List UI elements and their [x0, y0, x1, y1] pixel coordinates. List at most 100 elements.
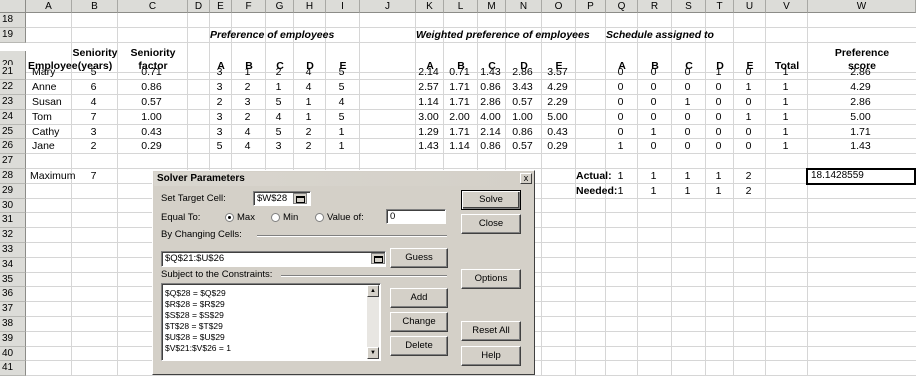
row-header[interactable]: 36 [0, 287, 26, 303]
preference-value[interactable]: 4 [294, 65, 323, 80]
preference-value[interactable]: 4 [266, 110, 291, 125]
schedule-value[interactable]: 0 [706, 110, 731, 125]
preference-value[interactable]: 3 [210, 125, 229, 140]
weighted-value[interactable]: 2.86 [478, 95, 503, 110]
preference-score-header[interactable]: Preference [808, 47, 916, 59]
preference-value[interactable]: 2 [294, 139, 323, 154]
seniority-years[interactable]: 6 [72, 80, 115, 95]
preference-score[interactable]: 2.86 [808, 95, 913, 110]
preference-value[interactable]: 5 [266, 125, 291, 140]
weighted-value[interactable]: 2.57 [416, 80, 441, 95]
total-value[interactable]: 1 [766, 139, 805, 154]
weighted-value[interactable]: 1.43 [478, 65, 503, 80]
preference-value[interactable]: 1 [232, 65, 263, 80]
schedule-value[interactable]: 1 [638, 125, 669, 140]
actual-value[interactable]: 2 [734, 169, 763, 184]
column-header[interactable]: D [188, 0, 210, 13]
column-header[interactable]: B [72, 0, 118, 13]
collapse-dialog-icon[interactable] [293, 193, 307, 204]
constraint-item[interactable]: $S$28 = $S$29 [165, 310, 224, 320]
schedule-value[interactable]: 0 [606, 110, 635, 125]
weighted-value[interactable]: 5.00 [542, 110, 573, 125]
schedule-value[interactable]: 0 [672, 110, 703, 125]
column-header[interactable]: N [506, 0, 542, 13]
preference-score[interactable]: 1.43 [808, 139, 913, 154]
weighted-value[interactable]: 2.14 [478, 125, 503, 140]
weighted-value[interactable]: 0.86 [478, 80, 503, 95]
row-header[interactable]: 41 [0, 361, 26, 376]
weighted-value[interactable]: 1.43 [416, 139, 441, 154]
close-button[interactable]: Close [461, 214, 521, 234]
preference-value[interactable]: 1 [326, 125, 357, 140]
weighted-value[interactable]: 1.14 [444, 139, 475, 154]
preference-value[interactable]: 5 [266, 95, 291, 110]
schedule-value[interactable]: 0 [606, 65, 635, 80]
min-radio[interactable] [271, 213, 280, 222]
total-value[interactable]: 1 [766, 80, 805, 95]
actual-value[interactable]: 1 [672, 169, 703, 184]
schedule-value[interactable]: 0 [638, 80, 669, 95]
weighted-value[interactable]: 1.71 [444, 125, 475, 140]
total-value[interactable]: 1 [766, 95, 805, 110]
weighted-value[interactable]: 2.86 [506, 65, 539, 80]
row-header[interactable]: 24 [0, 109, 26, 125]
column-header[interactable]: H [294, 0, 326, 13]
row-header[interactable]: 33 [0, 243, 26, 258]
constraints-list[interactable]: $Q$28 = $Q$29 $R$28 = $R$29 $S$28 = $S$2… [161, 283, 381, 361]
schedule-value[interactable]: 0 [606, 95, 635, 110]
preference-value[interactable]: 1 [294, 110, 323, 125]
preference-value[interactable]: 2 [294, 125, 323, 140]
row-header[interactable]: 32 [0, 228, 26, 243]
schedule-value[interactable]: 1 [734, 80, 763, 95]
preference-value[interactable]: 3 [210, 110, 229, 125]
column-header[interactable]: I [326, 0, 360, 13]
column-header[interactable]: T [706, 0, 734, 13]
column-header[interactable]: P [576, 0, 606, 13]
weighted-value[interactable]: 2.00 [444, 110, 475, 125]
weighted-value[interactable]: 2.14 [416, 65, 441, 80]
schedule-value[interactable]: 0 [672, 125, 703, 140]
column-header[interactable]: G [266, 0, 294, 13]
preference-value[interactable]: 5 [210, 139, 229, 154]
seniority-years[interactable]: 3 [72, 125, 115, 140]
scroll-up-icon[interactable]: ▲ [367, 285, 379, 297]
schedule-value[interactable]: 0 [672, 65, 703, 80]
row-header[interactable]: 25 [0, 124, 26, 140]
schedule-value[interactable]: 0 [606, 125, 635, 140]
preference-value[interactable]: 3 [232, 95, 263, 110]
seniority-header[interactable]: Seniority [72, 47, 118, 59]
constraint-item[interactable]: $V$21:$V$26 = 1 [165, 343, 231, 353]
weighted-value[interactable]: 1.71 [444, 80, 475, 95]
schedule-value[interactable]: 0 [706, 125, 731, 140]
weighted-value[interactable]: 0.43 [542, 125, 573, 140]
weighted-value[interactable]: 0.57 [506, 95, 539, 110]
schedule-value[interactable]: 1 [706, 65, 731, 80]
weighted-value[interactable]: 0.86 [478, 139, 503, 154]
guess-button[interactable]: Guess [390, 248, 448, 268]
preference-score[interactable]: 1.71 [808, 125, 913, 140]
schedule-value[interactable]: 0 [638, 139, 669, 154]
column-header[interactable]: O [542, 0, 576, 13]
preference-value[interactable]: 4 [326, 95, 357, 110]
actual-value[interactable]: 1 [638, 169, 669, 184]
preference-value[interactable]: 5 [326, 110, 357, 125]
constraint-item[interactable]: $U$28 = $U$29 [165, 332, 225, 342]
preference-title[interactable]: Preference of employees [210, 28, 410, 43]
total-value[interactable]: 1 [766, 125, 805, 140]
schedule-value[interactable]: 0 [606, 80, 635, 95]
column-header[interactable]: C [118, 0, 188, 13]
weighted-value[interactable]: 2.29 [542, 95, 573, 110]
seniority-years[interactable]: 7 [72, 110, 115, 125]
weighted-value[interactable]: 1.14 [416, 95, 441, 110]
column-header[interactable]: W [808, 0, 916, 13]
weighted-value[interactable]: 0.71 [444, 65, 475, 80]
schedule-value[interactable]: 0 [706, 95, 731, 110]
maximum-label[interactable]: Maximum [30, 169, 76, 184]
row-header[interactable]: 21 [0, 65, 26, 81]
preference-value[interactable]: 5 [326, 65, 357, 80]
needed-value[interactable]: 1 [706, 184, 731, 199]
row-header[interactable]: 34 [0, 257, 26, 273]
value-of-input[interactable]: 0 [386, 209, 446, 224]
schedule-value[interactable]: 1 [672, 95, 703, 110]
constraint-item[interactable]: $R$28 = $R$29 [165, 299, 225, 309]
